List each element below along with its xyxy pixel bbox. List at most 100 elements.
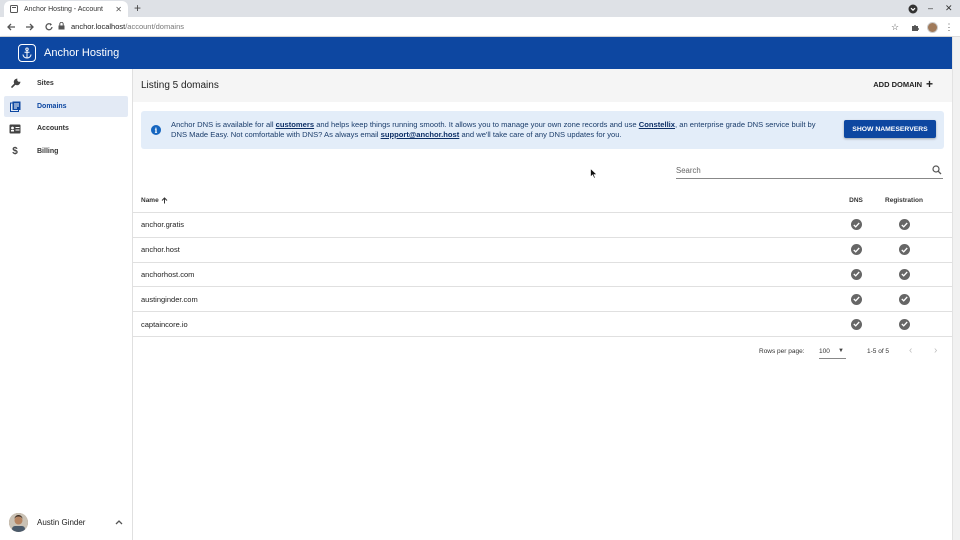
dns-status-cell [833, 244, 879, 256]
user-menu[interactable]: Austin Ginder [0, 509, 133, 535]
dns-status-cell [833, 219, 879, 231]
sidebar-item-billing[interactable]: $ Billing [4, 141, 128, 162]
table-row[interactable]: anchorhost.com [133, 263, 952, 288]
check-circle-icon [898, 219, 910, 231]
search-placeholder: Search [676, 166, 701, 175]
minimize-window-icon[interactable]: – [928, 1, 933, 15]
search-input[interactable]: Search [676, 163, 943, 179]
check-circle-icon [850, 318, 862, 330]
bookmark-star-icon[interactable]: ☆ [889, 19, 901, 35]
wrench-icon [9, 78, 21, 90]
registration-status-cell [879, 293, 929, 305]
column-header-dns: DNS [849, 197, 863, 204]
anchor-logo-icon[interactable] [18, 44, 36, 62]
domains-table: Name DNS Registration anchor.gratis ancho… [133, 189, 952, 337]
domain-name: captaincore.io [141, 319, 188, 329]
add-domain-label: ADD DOMAIN [873, 79, 922, 89]
account-card-icon [9, 123, 21, 135]
check-circle-icon [898, 244, 910, 256]
page-range: 1-5 of 5 [867, 348, 890, 355]
sidebar-item-accounts[interactable]: Accounts [4, 118, 128, 139]
alert-text: and helps keep things running smooth. It… [314, 119, 639, 129]
sidebar-item-sites[interactable]: Sites [4, 73, 128, 94]
add-domain-button[interactable]: ADD DOMAIN + [873, 77, 933, 91]
alert-text: and we'll take care of any DNS updates f… [459, 130, 622, 139]
page-favicon-icon [10, 5, 18, 13]
sort-arrow-up-icon [161, 197, 168, 204]
browser-tab[interactable]: Anchor Hosting - Account ✕ [4, 1, 128, 17]
table-row[interactable]: anchor.host [133, 238, 952, 263]
table-pagination: Rows per page: 100 ▼ 1-5 of 5 ‹ › [133, 342, 952, 362]
check-circle-icon [850, 293, 862, 305]
table-header: Name DNS Registration [133, 189, 952, 213]
domain-name: anchor.host [141, 245, 180, 255]
alert-message: Anchor DNS is available for all customer… [171, 120, 831, 141]
domains-icon [9, 101, 21, 113]
sidebar-item-label: Domains [37, 103, 67, 110]
check-circle-icon [898, 318, 910, 330]
check-circle-icon [850, 268, 862, 280]
plus-icon: + [925, 77, 933, 91]
dns-status-cell [833, 268, 879, 280]
sidebar: Sites Domains Accounts $ Billing Austin … [0, 69, 133, 540]
chevron-up-icon[interactable] [115, 517, 123, 527]
user-name: Austin Ginder [37, 517, 86, 527]
next-page-icon[interactable]: › [934, 345, 937, 356]
dns-info-alert: i Anchor DNS is available for all custom… [141, 111, 944, 149]
dollar-icon: $ [12, 146, 18, 157]
sidebar-item-domains[interactable]: Domains [4, 96, 128, 117]
rows-per-page-label: Rows per page: [759, 348, 805, 355]
browser-menu-icon[interactable]: ⋮ [944, 19, 954, 35]
dropdown-arrow-icon: ▼ [838, 348, 844, 354]
reload-icon[interactable] [41, 19, 57, 35]
registration-status-cell [879, 318, 929, 330]
previous-page-icon[interactable]: ‹ [909, 345, 912, 356]
search-icon[interactable] [932, 165, 942, 177]
dns-status-cell [833, 293, 879, 305]
browser-tabstrip: Anchor Hosting - Account ✕ + – ✕ [0, 0, 960, 17]
check-circle-icon [898, 268, 910, 280]
extensions-puzzle-icon[interactable] [909, 19, 921, 35]
column-header-name[interactable]: Name [133, 197, 833, 204]
tab-title: Anchor Hosting - Account [24, 5, 103, 13]
close-window-icon[interactable]: ✕ [945, 1, 953, 15]
rows-per-page-value: 100 [819, 348, 830, 355]
rows-per-page-select[interactable]: 100 ▼ [819, 345, 846, 359]
url-path: /account/domains [125, 22, 184, 31]
avatar [9, 512, 28, 532]
new-tab-icon[interactable]: + [134, 1, 141, 15]
tab-search-icon[interactable] [908, 1, 918, 18]
page-scrollbar[interactable] [952, 37, 960, 540]
browser-toolbar: anchor.localhost/account/domains ☆ ⋮ [0, 17, 960, 37]
app-title[interactable]: Anchor Hosting [44, 47, 119, 59]
table-row[interactable]: austinginder.com [133, 287, 952, 313]
main-content: Listing 5 domains ADD DOMAIN + i Anchor … [133, 69, 952, 540]
constellix-link[interactable]: Constellix [639, 120, 675, 129]
table-row[interactable]: captaincore.io [133, 312, 952, 337]
domain-name: anchorhost.com [141, 269, 195, 279]
check-circle-icon [850, 244, 862, 256]
registration-status-cell [879, 244, 929, 256]
dns-status-cell [833, 318, 879, 330]
page-title: Listing 5 domains [141, 80, 219, 91]
lock-icon [58, 21, 65, 32]
customers-link[interactable]: customers [276, 120, 314, 129]
tab-close-icon[interactable]: ✕ [115, 5, 122, 14]
back-icon[interactable] [3, 19, 19, 35]
address-bar[interactable]: anchor.localhost/account/domains [58, 19, 904, 34]
sidebar-item-label: Sites [37, 80, 54, 87]
support-email-link[interactable]: support@anchor.host [381, 130, 460, 139]
page-header: Listing 5 domains ADD DOMAIN + [133, 69, 952, 102]
info-icon: i [151, 125, 161, 135]
check-circle-icon [898, 293, 910, 305]
alert-text: Anchor DNS is available for all [171, 119, 276, 129]
app-header: Anchor Hosting [0, 37, 952, 69]
registration-status-cell [879, 268, 929, 280]
table-row[interactable]: anchor.gratis [133, 213, 952, 238]
show-nameservers-button[interactable]: SHOW NAMESERVERS [844, 120, 936, 138]
mouse-cursor-icon [590, 166, 598, 184]
profile-avatar[interactable] [926, 19, 938, 35]
registration-status-cell [879, 219, 929, 231]
forward-icon[interactable] [22, 19, 38, 35]
column-header-registration: Registration [885, 197, 923, 204]
